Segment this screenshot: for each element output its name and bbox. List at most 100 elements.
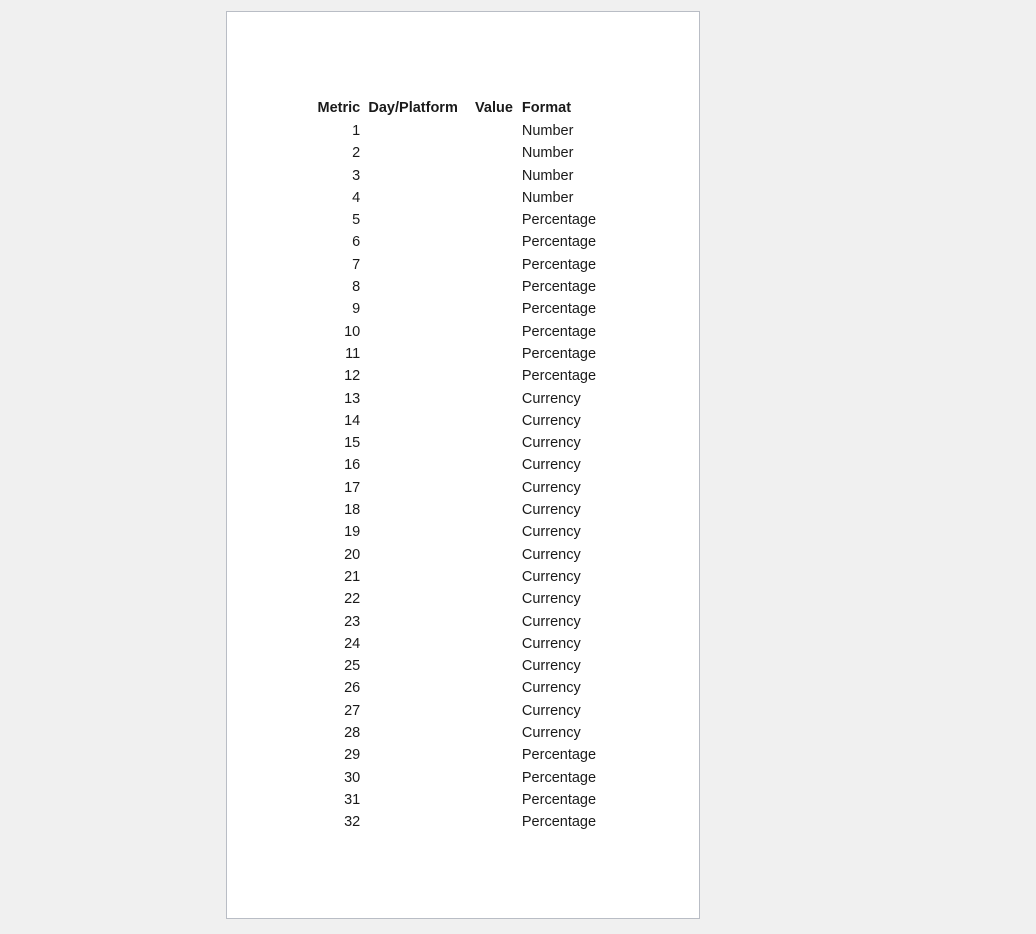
cell-value	[466, 343, 522, 365]
cell-format: Currency	[521, 390, 581, 407]
table-row: 3 Number	[227, 165, 699, 187]
cell-format: Currency	[521, 591, 581, 608]
cell-format: Percentage	[521, 279, 597, 296]
cell-value	[466, 744, 522, 766]
column-header-format: Format	[521, 100, 572, 116]
cell-day-platform	[360, 276, 466, 298]
table-row: 10 Percentage	[227, 321, 699, 343]
cell-metric: 14	[344, 412, 361, 429]
cell-format: Percentage	[521, 791, 597, 808]
cell-value	[466, 231, 522, 253]
table-row: 28 Currency	[227, 722, 699, 744]
table-row: 29 Percentage	[227, 744, 699, 766]
cell-value	[466, 611, 522, 633]
cell-metric: 1	[352, 123, 361, 139]
cell-format: Number	[521, 145, 574, 162]
cell-value	[466, 298, 522, 320]
cell-metric: 6	[352, 234, 361, 251]
cell-value	[466, 588, 522, 610]
cell-day-platform	[360, 410, 466, 432]
cell-format: Currency	[521, 702, 581, 719]
cell-day-platform	[360, 477, 466, 499]
cell-format: Percentage	[521, 368, 597, 385]
table-row: 5 Percentage	[227, 209, 699, 231]
table-row: 13 Currency	[227, 388, 699, 410]
cell-day-platform	[360, 789, 466, 811]
cell-format: Percentage	[521, 769, 597, 786]
cell-metric: 30	[344, 769, 361, 786]
cell-day-platform	[360, 165, 466, 187]
cell-format: Currency	[521, 435, 581, 452]
table-row: 15 Currency	[227, 432, 699, 454]
cell-format: Currency	[521, 457, 581, 474]
cell-day-platform	[360, 388, 466, 410]
cell-value	[466, 633, 522, 655]
table-row: 2 Number	[227, 142, 699, 164]
cell-day-platform	[360, 811, 466, 833]
cell-day-platform	[360, 544, 466, 566]
cell-metric: 3	[352, 167, 361, 184]
cell-format: Currency	[521, 412, 581, 429]
cell-metric: 28	[344, 725, 361, 742]
cell-value	[466, 365, 522, 387]
cell-value	[466, 209, 522, 231]
cell-value	[466, 700, 522, 722]
table-header: Metric Day/Platform Value Format	[227, 98, 699, 120]
column-header-value: Value	[475, 100, 513, 116]
document-page: Metric Day/Platform Value Format 1 Number…	[226, 11, 700, 919]
table-row: 25 Currency	[227, 655, 699, 677]
cell-format: Currency	[521, 658, 581, 675]
table-row: 20 Currency	[227, 544, 699, 566]
cell-day-platform	[360, 142, 466, 164]
cell-format: Percentage	[521, 212, 597, 229]
cell-value	[466, 499, 522, 521]
cell-value	[466, 254, 522, 276]
cell-value	[466, 388, 522, 410]
table-row: 22 Currency	[227, 588, 699, 610]
cell-value	[466, 544, 522, 566]
cell-format: Percentage	[521, 234, 597, 251]
table-row: 27 Currency	[227, 700, 699, 722]
cell-day-platform	[360, 254, 466, 276]
cell-format: Percentage	[521, 747, 597, 764]
cell-metric: 11	[345, 345, 361, 362]
cell-value	[466, 120, 522, 142]
table-body: 1 Number 2 Number 3 Number 4 Number 5 Percentage 6…	[227, 120, 699, 834]
cell-metric: 32	[344, 814, 361, 831]
table-row: 18 Currency	[227, 499, 699, 521]
table-row: 9 Percentage	[227, 298, 699, 320]
table-row: 11 Percentage	[227, 343, 699, 365]
cell-metric: 31	[344, 791, 361, 808]
table-row: 14 Currency	[227, 410, 699, 432]
cell-day-platform	[360, 231, 466, 253]
cell-value	[466, 454, 522, 476]
cell-metric: 12	[344, 368, 361, 385]
cell-day-platform	[360, 298, 466, 320]
cell-metric: 16	[344, 457, 361, 474]
cell-value	[466, 321, 522, 343]
cell-format: Currency	[521, 613, 581, 630]
cell-day-platform	[360, 365, 466, 387]
cell-format: Currency	[521, 680, 581, 697]
cell-metric: 18	[344, 502, 361, 519]
cell-format: Percentage	[521, 345, 597, 362]
table-row: 21 Currency	[227, 566, 699, 588]
cell-value	[466, 477, 522, 499]
cell-metric: 8	[352, 279, 361, 296]
cell-metric: 26	[344, 680, 361, 697]
cell-value	[466, 677, 522, 699]
cell-day-platform	[360, 722, 466, 744]
cell-format: Currency	[521, 502, 581, 519]
cell-day-platform	[360, 120, 466, 142]
cell-metric: 20	[344, 546, 361, 563]
cell-metric: 9	[352, 301, 361, 318]
cell-metric: 29	[344, 747, 361, 764]
cell-value	[466, 165, 522, 187]
column-header-day-platform: Day/Platform	[368, 100, 458, 116]
table-row: 8 Percentage	[227, 276, 699, 298]
table-row: 6 Percentage	[227, 231, 699, 253]
cell-format: Number	[521, 167, 574, 184]
cell-value	[466, 811, 522, 833]
table-row: 26 Currency	[227, 677, 699, 699]
cell-metric: 7	[352, 256, 361, 273]
